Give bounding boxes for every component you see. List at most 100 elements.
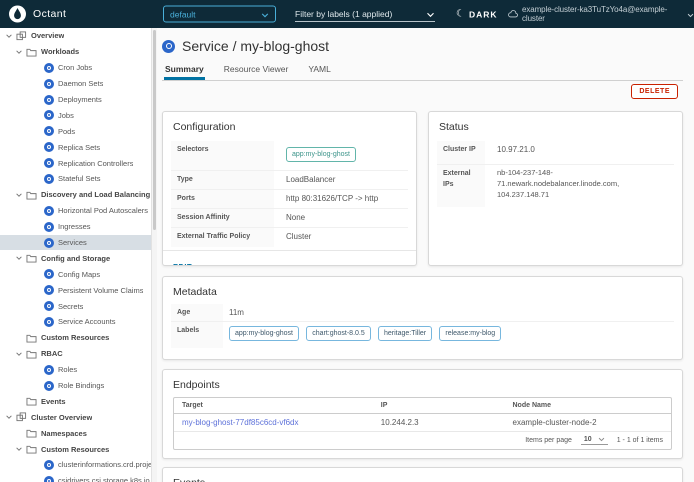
chevron-down-icon[interactable] [5,32,16,40]
resource-icon [44,174,54,184]
label-chip[interactable]: release:my-blog [439,326,501,341]
chevron-down-icon[interactable] [15,191,26,199]
row-label: Ports [171,190,274,208]
config-row-selectors: Selectors app:my-blog-ghost [171,141,408,171]
label-filter-input[interactable]: Filter by labels (1 applied) [295,6,435,22]
sidebar-item-clusterinformations-crd-projec[interactable]: clusterinformations.crd.projec [0,457,151,473]
sidebar-item-secrets[interactable]: Secrets [0,298,151,314]
sidebar-item-label: Cluster Overview [31,413,92,422]
metadata-row-age: Age 11m [171,304,674,322]
sidebar-item-label: Overview [31,31,64,40]
theme-toggle-label: DARK [469,9,498,19]
sidebar-item-label: Jobs [58,111,74,120]
label-chip[interactable]: app:my-blog-ghost [229,326,299,341]
selector-chip[interactable]: app:my-blog-ghost [286,147,356,162]
resource-icon [44,126,54,136]
sidebar-tree: Overview Workloads Cron Jobs Daemon SetsDep… [0,28,151,482]
sidebar-item-custom-resources[interactable]: Custom Resources [0,330,151,346]
external-ip-hostname: nb-104-237-148-71.newark.nodebalancer.li… [497,168,674,190]
status-row-external-ips: External IPs nb-104-237-148-71.newark.no… [437,165,674,207]
label-filter-text: Filter by labels (1 applied) [295,9,392,19]
endpoint-target-link[interactable]: my-blog-ghost-77df85c6cd-vf6dx [182,418,299,427]
sidebar-scrollbar[interactable] [152,28,157,482]
resource-icon [44,110,54,120]
resource-icon [44,238,54,248]
sidebar-item-deployments[interactable]: Deployments [0,92,151,108]
sidebar-item-role-bindings[interactable]: Role Bindings [0,378,151,394]
config-row-ports: Ports http 80:31626/TCP -> http [171,190,408,209]
row-label: Type [171,171,274,189]
sidebar-item-daemon-sets[interactable]: Daemon Sets [0,76,151,92]
sidebar-item-rbac[interactable]: RBAC [0,346,151,362]
tab-resource-viewer[interactable]: Resource Viewer [223,61,290,80]
endpoints-table: Target IP Node Name my-blog-ghost-77df85… [173,397,672,450]
endpoints-card: Endpoints Target IP Node Name my-blog-gh… [162,369,683,459]
sidebar-item-label: Stateful Sets [58,174,101,183]
sidebar-item-namespaces[interactable]: Namespaces [0,425,151,441]
namespace-dropdown[interactable]: default [163,6,276,23]
sidebar-item-replication-controllers[interactable]: Replication Controllers [0,155,151,171]
chevron-down-icon[interactable] [15,254,26,262]
sidebar-item-label: Replica Sets [58,143,100,152]
resource-icon [44,142,54,152]
delete-button[interactable]: DELETE [631,84,678,99]
chevron-down-icon[interactable] [15,48,26,56]
resource-icon [44,206,54,216]
endpoint-node-name: example-cluster-node-2 [505,414,671,431]
sidebar-item-ingresses[interactable]: Ingresses [0,219,151,235]
sidebar-item-label: Service Accounts [58,317,116,326]
sidebar-item-label: Role Bindings [58,381,104,390]
theme-toggle[interactable]: ☾ DARK [456,9,498,20]
sidebar-item-overview[interactable]: Overview [0,28,151,44]
sidebar-item-label: Custom Resources [41,333,109,342]
sidebar-item-cron-jobs[interactable]: Cron Jobs [0,60,151,76]
sidebar-item-config-and-storage[interactable]: Config and Storage [0,250,151,266]
sidebar-item-csidrivers-csi-storage-k8s-io[interactable]: csidrivers.csi.storage.k8s.io [0,473,151,482]
sidebar-item-config-maps[interactable]: Config Maps [0,266,151,282]
overview-icon [16,412,27,422]
label-chip[interactable]: chart:ghost-8.0.5 [306,326,371,341]
sidebar-item-events[interactable]: Events [0,393,151,409]
sidebar-item-pods[interactable]: Pods [0,123,151,139]
sidebar-item-cluster-overview[interactable]: Cluster Overview [0,409,151,425]
chevron-down-icon[interactable] [15,350,26,358]
row-value: Cluster [274,228,408,247]
sidebar-item-stateful-sets[interactable]: Stateful Sets [0,171,151,187]
edit-link[interactable]: EDIT [173,262,192,266]
scrollbar-thumb[interactable] [153,30,156,230]
sidebar-item-label: Secrets [58,302,83,311]
folder-icon [26,47,37,57]
table-row: my-blog-ghost-77df85c6cd-vf6dx 10.244.2.… [174,414,671,432]
chevron-down-icon[interactable] [5,413,16,421]
sidebar-item-roles[interactable]: Roles [0,362,151,378]
octant-app-window: Octant default Filter by labels (1 appli… [0,0,694,482]
sidebar-item-discovery-and-load-balancing[interactable]: Discovery and Load Balancing [0,187,151,203]
sidebar-item-service-accounts[interactable]: Service Accounts [0,314,151,330]
sidebar-item-jobs[interactable]: Jobs [0,107,151,123]
label-chip[interactable]: heritage:Tiller [378,326,432,341]
page-title-text: Service / my-blog-ghost [182,38,329,54]
chevron-down-icon[interactable] [15,445,26,453]
chevron-down-icon [426,5,435,23]
sidebar-item-replica-sets[interactable]: Replica Sets [0,139,151,155]
row-label: External IPs [437,165,485,207]
tab-summary[interactable]: Summary [164,61,205,80]
cluster-context-dropdown[interactable]: example-cluster-ka3TuTzYo4a@example-clus… [508,5,694,23]
tab-yaml[interactable]: YAML [307,61,332,80]
items-per-page-label: Items per page [525,437,572,444]
events-card: Events [162,467,683,482]
sidebar-item-label: Discovery and Load Balancing [41,190,150,199]
sidebar-item-workloads[interactable]: Workloads [0,44,151,60]
resource-icon [44,301,54,311]
sidebar-item-label: Replication Controllers [58,159,133,168]
sidebar-item-label: Pods [58,127,75,136]
page-size-select[interactable]: 10 [581,436,608,445]
moon-icon: ☾ [456,9,465,20]
sidebar-item-persistent-volume-claims[interactable]: Persistent Volume Claims [0,282,151,298]
tabs-bar: Summary Resource Viewer YAML [162,61,683,81]
sidebar-item-custom-resources[interactable]: Custom Resources [0,441,151,457]
sidebar-item-services[interactable]: Services [0,235,151,251]
sidebar-navigation: Overview Workloads Cron Jobs Daemon SetsDep… [0,28,152,482]
sidebar-item-horizontal-pod-autoscalers[interactable]: Horizontal Pod Autoscalers [0,203,151,219]
sidebar-item-label: Cron Jobs [58,63,92,72]
